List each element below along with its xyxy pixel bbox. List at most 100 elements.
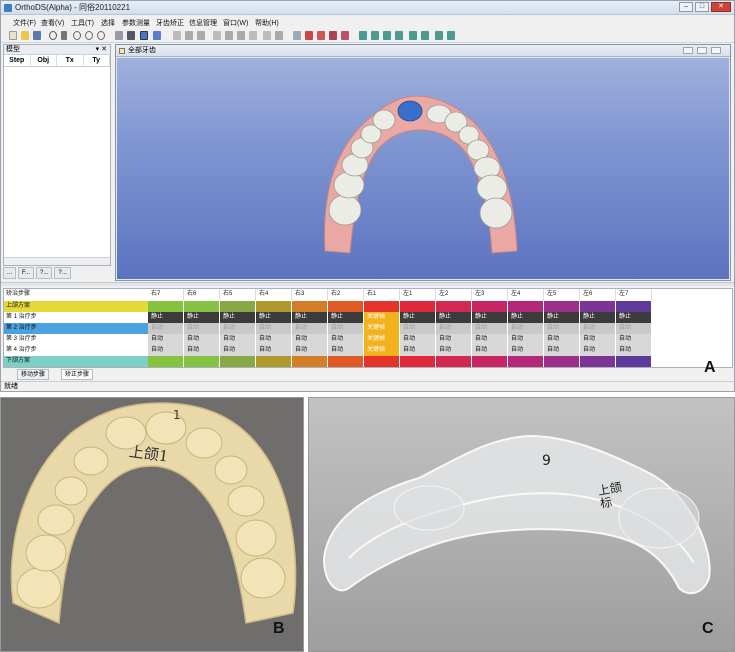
menu-view[interactable]: 查看(V) (41, 18, 64, 28)
tooth-header-11[interactable]: 左4 (508, 289, 544, 300)
tooth-header-10[interactable]: 左3 (472, 289, 508, 300)
tooth-header-14[interactable]: 左7 (616, 289, 652, 300)
step-cell[interactable]: 自动 (184, 323, 220, 334)
lower-color-cell[interactable] (616, 356, 652, 367)
step-cell[interactable]: 静止 (616, 312, 652, 323)
lower-color-cell[interactable] (328, 356, 364, 367)
upper-color-cell[interactable] (220, 301, 256, 312)
tool-f-icon[interactable] (249, 31, 257, 40)
step-cell[interactable]: 自动 (508, 334, 544, 345)
arch-icon[interactable] (173, 31, 181, 40)
tooth-header-6[interactable]: 右2 (328, 289, 364, 300)
menu-info[interactable]: 信息管理 (189, 18, 217, 28)
lower-color-cell[interactable] (544, 356, 580, 367)
stage-f-icon[interactable] (421, 31, 429, 40)
tooth-b-icon[interactable] (317, 31, 325, 40)
step-cell[interactable]: 自动 (184, 345, 220, 356)
stage-b-icon[interactable] (371, 31, 379, 40)
step-cell[interactable]: 自动 (508, 323, 544, 334)
step-cell[interactable]: 自动 (220, 345, 256, 356)
step-cell[interactable]: 自动 (148, 334, 184, 345)
tooth-d-icon[interactable] (341, 31, 349, 40)
step-cell[interactable]: 自动 (400, 345, 436, 356)
lower-color-cell[interactable] (364, 356, 400, 367)
step-cell[interactable]: 自动 (220, 323, 256, 334)
step-cell[interactable]: 自动 (544, 334, 580, 345)
upper-color-cell[interactable] (400, 301, 436, 312)
column-obj[interactable]: Obj (31, 55, 57, 66)
step-cell[interactable]: 自动 (580, 334, 616, 345)
tooth-header-2[interactable]: 右6 (184, 289, 220, 300)
step-cell[interactable]: 自动 (472, 345, 508, 356)
tool-e-icon[interactable] (237, 31, 245, 40)
upper-color-cell[interactable] (580, 301, 616, 312)
lower-color-cell[interactable] (220, 356, 256, 367)
lower-color-cell[interactable] (256, 356, 292, 367)
menu-file[interactable]: 文件(F) (13, 18, 36, 28)
tool-g-icon[interactable] (263, 31, 271, 40)
step-cell[interactable]: 静止 (148, 312, 184, 323)
tooth-header-8[interactable]: 左1 (400, 289, 436, 300)
step-cell[interactable]: 静止 (436, 312, 472, 323)
step-cell[interactable]: 自动 (184, 334, 220, 345)
select-icon[interactable] (293, 31, 301, 40)
step-cell[interactable]: 静止 (184, 312, 220, 323)
tooth-header-3[interactable]: 右5 (220, 289, 256, 300)
upper-color-cell[interactable] (364, 301, 400, 312)
step-cell[interactable]: 自动 (256, 345, 292, 356)
step-cell[interactable]: 自动 (472, 323, 508, 334)
new-icon[interactable] (9, 31, 17, 40)
zoom-in-icon[interactable] (85, 31, 93, 40)
close-button[interactable]: ✕ (711, 2, 731, 12)
tooth-header-1[interactable]: 右7 (148, 289, 184, 300)
upper-plan-row[interactable]: 上颌方案 (4, 301, 734, 312)
menu-window[interactable]: 窗口(W) (223, 18, 248, 28)
measure-b-icon[interactable] (197, 31, 205, 40)
upper-color-cell[interactable] (292, 301, 328, 312)
model-panel-scrollbar[interactable] (4, 257, 110, 265)
step-cell[interactable]: 自动 (292, 334, 328, 345)
step-cell[interactable]: 静止 (580, 312, 616, 323)
tool-h-icon[interactable] (275, 31, 283, 40)
tooth-header-5[interactable]: 右3 (292, 289, 328, 300)
step-cell[interactable]: 自动 (580, 323, 616, 334)
step-cell[interactable]: 自动 (148, 345, 184, 356)
stage-d-icon[interactable] (395, 31, 403, 40)
menu-select[interactable]: 选择 (101, 18, 115, 28)
panel-tab-4[interactable]: ?... (54, 267, 71, 279)
panel-tab-2[interactable]: F... (18, 267, 35, 279)
step-cell[interactable]: 静止 (544, 312, 580, 323)
upper-color-cell[interactable] (472, 301, 508, 312)
upper-color-cell[interactable] (148, 301, 184, 312)
menu-help[interactable]: 帮助(H) (255, 18, 279, 28)
fit-icon[interactable] (115, 31, 123, 40)
step-row-4[interactable]: 第 4 治疗步 自动 自动 自动 自动 自动 自动 关键帧 自动 自动 自动 自动 自动 自动 自动 (4, 345, 734, 356)
step-cell[interactable]: 自动 (328, 345, 364, 356)
splitter[interactable] (1, 282, 734, 286)
tooth-header-13[interactable]: 左6 (580, 289, 616, 300)
view-front-icon[interactable] (140, 31, 148, 40)
step-cell[interactable]: 静止 (256, 312, 292, 323)
step-label-3[interactable]: 第 3 治疗步 (4, 334, 148, 345)
column-tx[interactable]: Tx (57, 55, 84, 66)
step-cell[interactable]: 静止 (472, 312, 508, 323)
column-step[interactable]: Step (4, 55, 31, 66)
step-cell[interactable]: 自动 (292, 345, 328, 356)
step-cell[interactable]: 关键帧 (364, 345, 400, 356)
step-cell[interactable]: 自动 (580, 345, 616, 356)
stage-e-icon[interactable] (409, 31, 417, 40)
tooth-header-4[interactable]: 右4 (256, 289, 292, 300)
upper-color-cell[interactable] (544, 301, 580, 312)
step-cell[interactable]: 自动 (616, 323, 652, 334)
pan-icon[interactable] (61, 31, 67, 40)
lower-plan-label[interactable]: 下颌方案 (4, 356, 148, 367)
open-icon[interactable] (21, 31, 29, 40)
menu-measure[interactable]: 参数测量 (122, 18, 150, 28)
save-icon[interactable] (33, 31, 41, 40)
lower-color-cell[interactable] (472, 356, 508, 367)
step-cell[interactable]: 自动 (544, 345, 580, 356)
upper-color-cell[interactable] (616, 301, 652, 312)
step-cell[interactable]: 关键帧 (364, 323, 400, 334)
upper-color-cell[interactable] (184, 301, 220, 312)
step-cell[interactable]: 静止 (328, 312, 364, 323)
